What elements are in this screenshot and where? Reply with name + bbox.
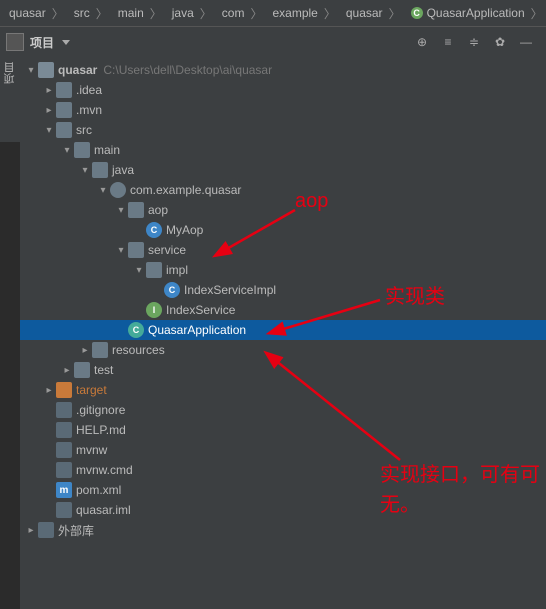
tree-label: src [76,123,92,137]
tree-item-src[interactable]: src [20,120,546,140]
tree-item-impl[interactable]: impl [20,260,546,280]
library-icon [38,522,54,538]
tree-item-test[interactable]: test [20,360,546,380]
crumb-file[interactable]: C QuasarApplication〉 [408,5,546,22]
tree-label: com.example.quasar [130,183,241,197]
tree-label: quasar.iml [76,503,131,517]
file-icon [56,422,72,438]
folder-icon [146,262,162,278]
tree-item-indexservice[interactable]: I IndexService [20,300,546,320]
maven-icon: m [56,482,72,498]
tree-label: .mvn [76,103,102,117]
tree-label: pom.xml [76,483,121,497]
tree-item-package[interactable]: com.example.quasar [20,180,546,200]
tree-label: MyAop [166,223,203,237]
folder-icon [56,82,72,98]
file-icon [56,462,72,478]
project-toolbar: 项目 ⊕ ≡ ≑ ✿ — [0,27,546,58]
folder-icon [38,62,54,78]
tree-label: IndexService [166,303,235,317]
project-view-label[interactable]: 项目 [30,34,54,51]
tree-label: target [76,383,107,397]
tree-label: test [94,363,113,377]
expand-icon[interactable]: ≑ [466,34,482,50]
tree-label: mvnw.cmd [76,463,133,477]
crumb[interactable]: java〉 [169,5,217,22]
tree-label: aop [148,203,168,217]
tree-item-target[interactable]: target [20,380,546,400]
tree-label: impl [166,263,188,277]
tree-label: quasar [58,63,97,77]
tree-item-quasariml[interactable]: quasar.iml [20,500,546,520]
tree-item-external-libs[interactable]: 外部库 [20,520,546,540]
crumb[interactable]: src〉 [71,5,113,22]
tree-root[interactable]: quasar C:\Users\dell\Desktop\ai\quasar [20,60,546,80]
tree-item-helpmd[interactable]: HELP.md [20,420,546,440]
tree-item-java[interactable]: java [20,160,546,180]
tree-item-mvnwcmd[interactable]: mvnw.cmd [20,460,546,480]
tree-item-myaop[interactable]: C MyAop [20,220,546,240]
package-icon [110,182,126,198]
file-icon [56,402,72,418]
file-icon [56,442,72,458]
folder-icon [56,102,72,118]
file-icon [56,502,72,518]
tree-item-resources[interactable]: resources [20,340,546,360]
folder-icon [74,142,90,158]
tree-item-indexserviceimpl[interactable]: C IndexServiceImpl [20,280,546,300]
folder-icon [92,162,108,178]
folder-icon [56,122,72,138]
tree-item-main[interactable]: main [20,140,546,160]
tree-item-quasarapp[interactable]: C QuasarApplication [20,320,546,340]
folder-icon [128,242,144,258]
tree-label: .idea [76,83,102,97]
class-icon: C [411,7,423,19]
class-icon: C [146,222,162,238]
tree-label: HELP.md [76,423,126,437]
tree-label: 外部库 [58,522,94,539]
crumb[interactable]: example〉 [269,5,340,22]
breadcrumb: quasar〉 src〉 main〉 java〉 com〉 example〉 q… [0,0,546,27]
tree-label: java [112,163,134,177]
crumb[interactable]: quasar〉 [6,5,69,22]
tree-label: service [148,243,186,257]
folder-icon [74,362,90,378]
tree-item-service[interactable]: service [20,240,546,260]
tree-item-mvnw[interactable]: mvnw [20,440,546,460]
tree-label: IndexServiceImpl [184,283,276,297]
collapse-icon[interactable]: ≡ [440,34,456,50]
tree-item-mvn[interactable]: .mvn [20,100,546,120]
interface-icon: I [146,302,162,318]
folder-icon [92,342,108,358]
project-tree[interactable]: quasar C:\Users\dell\Desktop\ai\quasar .… [20,56,546,609]
tree-item-aop[interactable]: aop [20,200,546,220]
tool-tab-label: 项目 [2,62,18,84]
hide-icon[interactable]: — [518,34,534,50]
tree-label: mvnw [76,443,107,457]
class-icon: C [164,282,180,298]
settings-icon[interactable]: ✿ [492,34,508,50]
dropdown-arrow-icon[interactable] [62,40,70,45]
tree-label: .gitignore [76,403,125,417]
project-view-icon[interactable] [6,33,24,51]
tree-label: main [94,143,120,157]
tree-label: QuasarApplication [148,323,246,337]
crumb[interactable]: quasar〉 [343,5,406,22]
tree-item-idea[interactable]: .idea [20,80,546,100]
class-icon: C [128,322,144,338]
folder-icon [56,382,72,398]
tree-label: resources [112,343,165,357]
folder-icon [128,202,144,218]
tree-path: C:\Users\dell\Desktop\ai\quasar [103,63,272,77]
crumb[interactable]: com〉 [219,5,268,22]
tree-item-pomxml[interactable]: m pom.xml [20,480,546,500]
locate-icon[interactable]: ⊕ [414,34,430,50]
tool-window-tab[interactable]: 项目 [0,56,21,142]
tree-item-gitignore[interactable]: .gitignore [20,400,546,420]
crumb[interactable]: main〉 [115,5,167,22]
